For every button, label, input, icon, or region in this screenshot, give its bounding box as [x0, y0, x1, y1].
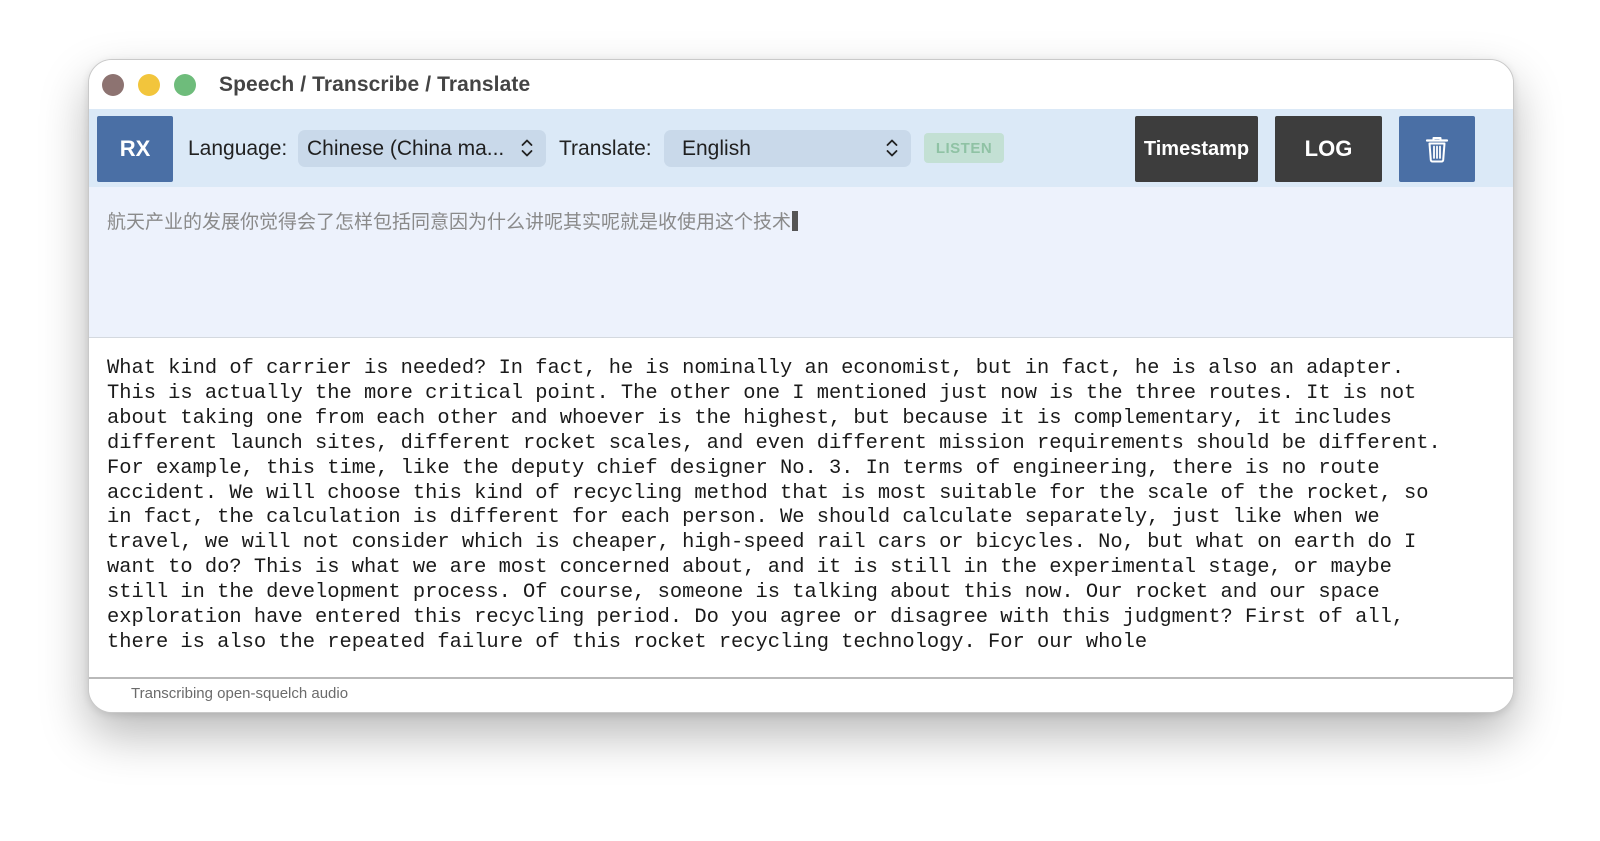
- log-button[interactable]: LOG: [1275, 116, 1382, 182]
- translation-line: What kind of carrier is needed? In fact,…: [107, 357, 1405, 380]
- rx-button[interactable]: RX: [97, 116, 173, 182]
- language-select-value: Chinese (China ma...: [307, 137, 505, 160]
- translation-line: there is also the repeated failure of th…: [107, 630, 1148, 654]
- translation-line: in fact, the calculation is different fo…: [107, 506, 1380, 530]
- clear-button[interactable]: [1399, 116, 1475, 182]
- app-window: Speech / Transcribe / Translate RX Langu…: [88, 59, 1514, 713]
- listen-button[interactable]: LISTEN: [924, 133, 1004, 163]
- translation-line: This is actually the more critical point…: [107, 381, 1417, 405]
- language-label: Language:: [188, 137, 288, 160]
- translation-line: still in the development process. Of cou…: [107, 581, 1380, 605]
- translation-text: What kind of carrier is needed? In fact,…: [107, 357, 1499, 656]
- translation-line: about taking one from each other and who…: [107, 406, 1392, 430]
- chevron-up-down-icon: [886, 139, 898, 157]
- source-transcript-text: 航天产业的发展你觉得会了怎样包括同意因为什么讲呢其实呢就是收使用这个技术: [107, 207, 799, 234]
- chevron-up-down-icon: [521, 139, 533, 157]
- trash-icon: [1425, 136, 1449, 162]
- translation-line: accident. We will choose this kind of re…: [107, 481, 1429, 505]
- status-text: Transcribing open-squelch audio: [131, 685, 349, 702]
- translate-label: Translate:: [559, 137, 652, 160]
- status-bar: Transcribing open-squelch audio: [89, 679, 1513, 712]
- translation-pane[interactable]: What kind of carrier is needed? In fact,…: [89, 338, 1513, 679]
- translation-line: want to do? This is what we are most con…: [107, 556, 1392, 580]
- source-transcript-pane[interactable]: 航天产业的发展你觉得会了怎样包括同意因为什么讲呢其实呢就是收使用这个技术: [89, 187, 1513, 338]
- minimize-window-button[interactable]: [138, 74, 160, 96]
- translation-line: exploration have entered this recycling …: [107, 606, 1405, 630]
- translation-line: For example, this time, like the deputy …: [107, 456, 1380, 480]
- source-transcript-content: 航天产业的发展你觉得会了怎样包括同意因为什么讲呢其实呢就是收使用这个技术: [107, 211, 792, 233]
- translate-select[interactable]: English: [664, 130, 911, 167]
- zoom-window-button[interactable]: [174, 74, 196, 96]
- translation-line: travel, we will not consider which is ch…: [107, 531, 1417, 555]
- window-title: Speech / Transcribe / Translate: [219, 73, 531, 96]
- timestamp-button[interactable]: Timestamp: [1135, 116, 1258, 182]
- language-select[interactable]: Chinese (China ma...: [298, 130, 546, 167]
- close-window-button[interactable]: [102, 74, 124, 96]
- translation-line: different launch sites, different rocket…: [107, 431, 1441, 455]
- translate-select-value: English: [682, 137, 751, 160]
- title-bar[interactable]: Speech / Transcribe / Translate: [89, 60, 1513, 109]
- toolbar: RX Language: Chinese (China ma... Transl…: [89, 109, 1513, 187]
- text-cursor: [792, 211, 799, 231]
